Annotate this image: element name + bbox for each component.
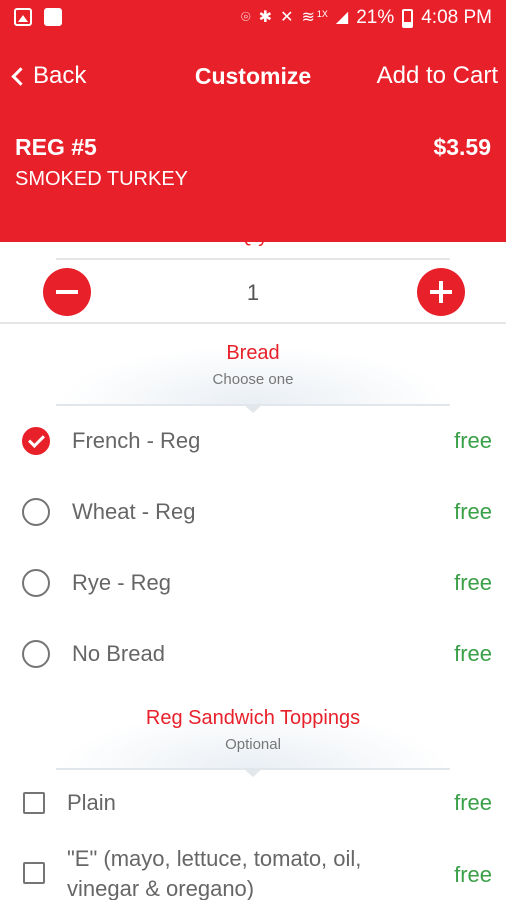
network-tag: 1X <box>316 9 328 19</box>
radio-icon[interactable] <box>22 640 50 668</box>
option-price: free <box>454 428 492 453</box>
item-price: $3.59 <box>433 134 491 160</box>
bread-option-none[interactable]: No Bread free <box>0 623 506 685</box>
radio-icon[interactable] <box>22 498 50 526</box>
clock: 4:08 PM <box>421 7 492 28</box>
mute-icon: ✕ <box>280 9 294 26</box>
bread-option-rye[interactable]: Rye - Reg free <box>0 552 506 614</box>
document-icon <box>44 8 62 26</box>
option-price: free <box>454 790 492 815</box>
increase-qty-button[interactable] <box>417 268 465 316</box>
topping-option-plain[interactable]: Plain free <box>0 774 506 836</box>
checkbox-icon[interactable] <box>23 792 45 814</box>
checkbox-icon[interactable] <box>23 862 45 884</box>
bread-option-french[interactable]: French - Reg free <box>0 410 506 472</box>
option-label: "E" (mayo, lettuce, tomato, oil, <box>67 846 362 871</box>
option-price: free <box>454 570 492 595</box>
bread-option-wheat[interactable]: Wheat - Reg free <box>0 481 506 543</box>
bread-section-title: Bread <box>226 342 280 364</box>
qty-label: Qty <box>238 226 268 247</box>
option-price: free <box>454 499 492 524</box>
bluetooth-icon: ✱ <box>258 9 273 26</box>
add-to-cart-button[interactable]: Add to Cart <box>377 62 498 90</box>
status-bar: ⌾ ✱ ✕ ≋ 1X ◢ 21% 4:08 PM <box>0 0 506 36</box>
plus-icon-vertical <box>439 281 443 303</box>
option-label: No Bread <box>72 641 165 666</box>
item-code: REG #5 <box>15 134 97 160</box>
app-header: Back Customize Add to Cart REG #5 $3.59 … <box>0 36 506 242</box>
option-label: French - Reg <box>72 428 201 453</box>
topping-option-e[interactable]: "E" (mayo, lettuce, tomato, oil, vinegar… <box>0 840 506 900</box>
location-icon: ⌾ <box>241 9 251 26</box>
option-price: free <box>454 641 492 666</box>
bread-section-subtitle: Choose one <box>212 371 294 388</box>
toppings-section-title: Reg Sandwich Toppings <box>145 707 361 729</box>
toppings-section-subtitle: Optional <box>225 736 281 753</box>
battery-icon <box>402 8 414 28</box>
option-label-line2: vinegar & oregano) <box>67 876 255 900</box>
item-name: SMOKED TURKEY <box>15 168 188 190</box>
option-price: free <box>454 862 492 887</box>
wifi-icon: ≋ <box>301 9 315 26</box>
signal-icon: ◢ <box>335 9 349 26</box>
option-label: Wheat - Reg <box>72 499 196 524</box>
option-label: Plain <box>67 790 116 815</box>
battery-percent: 21% <box>356 7 395 28</box>
radio-checked-icon[interactable] <box>22 427 50 455</box>
divider <box>56 258 450 260</box>
image-icon <box>14 8 32 26</box>
option-label: Rye - Reg <box>72 570 172 595</box>
radio-icon[interactable] <box>22 569 50 597</box>
divider <box>0 322 506 324</box>
